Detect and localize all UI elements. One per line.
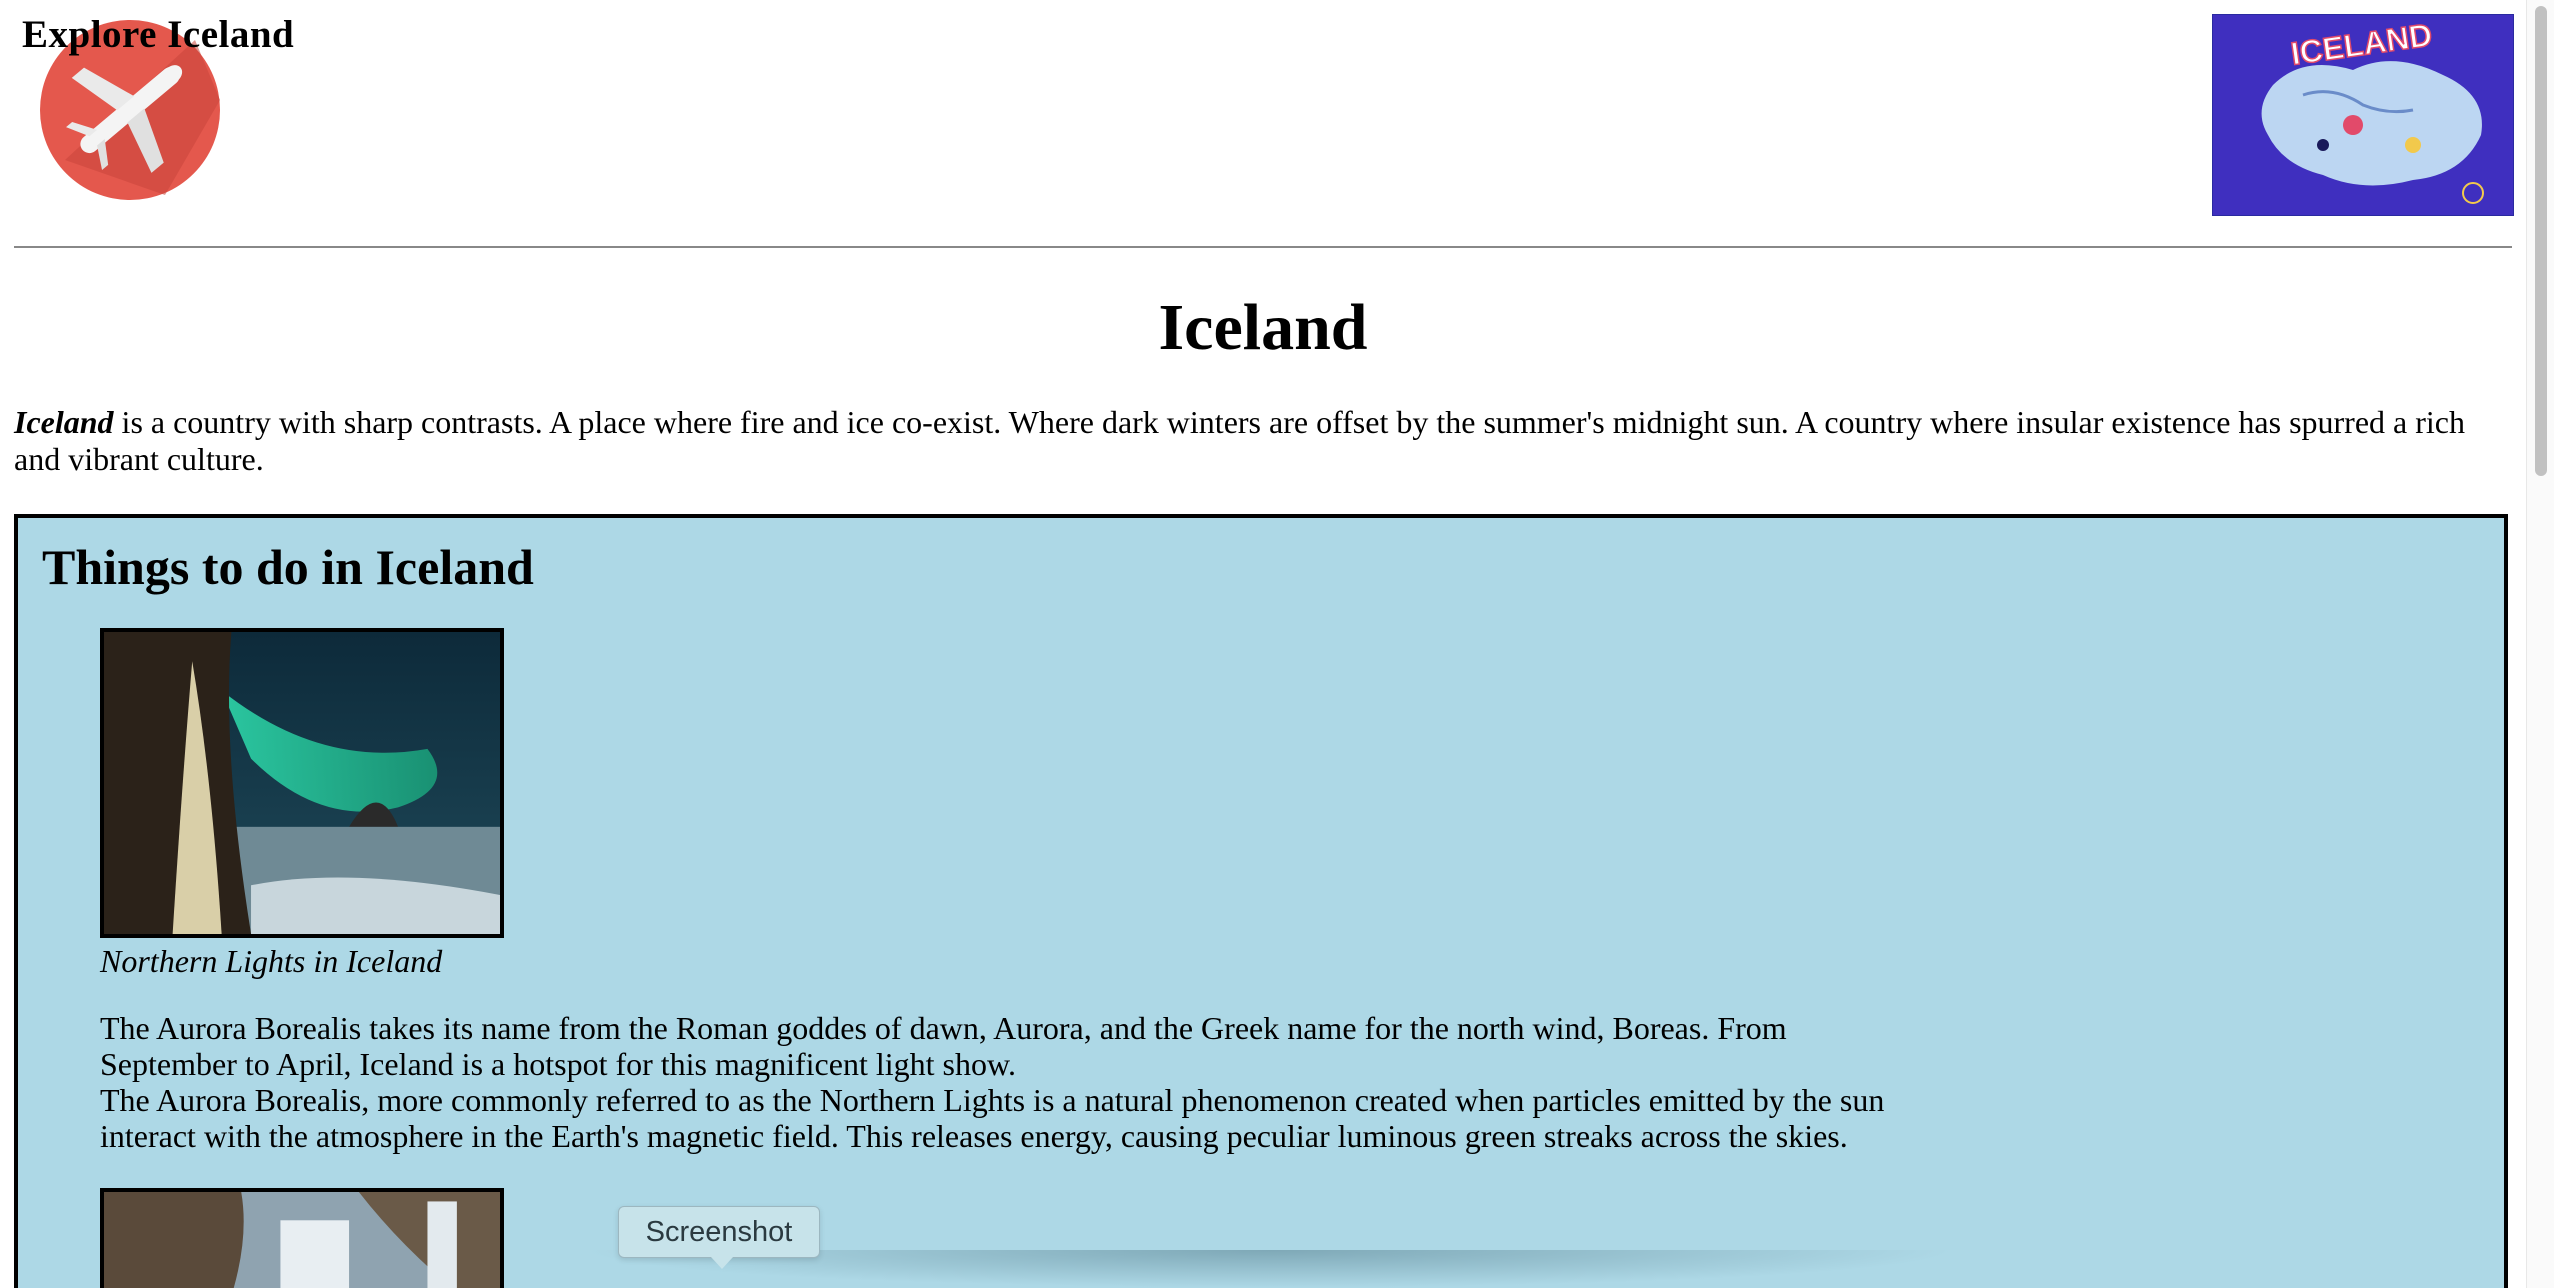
description-paragraph: The Aurora Borealis, more commonly refer… (100, 1082, 1885, 1154)
things-to-do-section: Things to do in Iceland Northern Lights … (14, 514, 2508, 1288)
northern-lights-image (100, 628, 504, 938)
intro-text: is a country with sharp contrasts. A pla… (14, 404, 2465, 477)
intro-paragraph: Iceland is a country with sharp contrast… (14, 404, 2504, 478)
page: Explore Iceland ICELAND Iceland Iceland … (0, 0, 2554, 1288)
northern-lights-description: The Aurora Borealis takes its name from … (100, 1010, 1920, 1154)
scrollbar-thumb[interactable] (2535, 6, 2547, 476)
header-divider (14, 246, 2512, 248)
page-heading: Iceland (1158, 291, 1368, 364)
vertical-scrollbar[interactable] (2526, 0, 2554, 1288)
screenshot-tooltip: Screenshot (618, 1206, 820, 1269)
image-caption: Northern Lights in Iceland (100, 943, 443, 979)
description-paragraph: The Aurora Borealis takes its name from … (100, 1010, 1787, 1082)
iceland-map-image: ICELAND (2212, 14, 2514, 216)
things-to-do-heading: Things to do in Iceland (42, 539, 534, 595)
intro-emphasis: Iceland (14, 404, 114, 440)
site-title: Explore Iceland (22, 13, 295, 56)
waterfall-image (100, 1188, 504, 1288)
